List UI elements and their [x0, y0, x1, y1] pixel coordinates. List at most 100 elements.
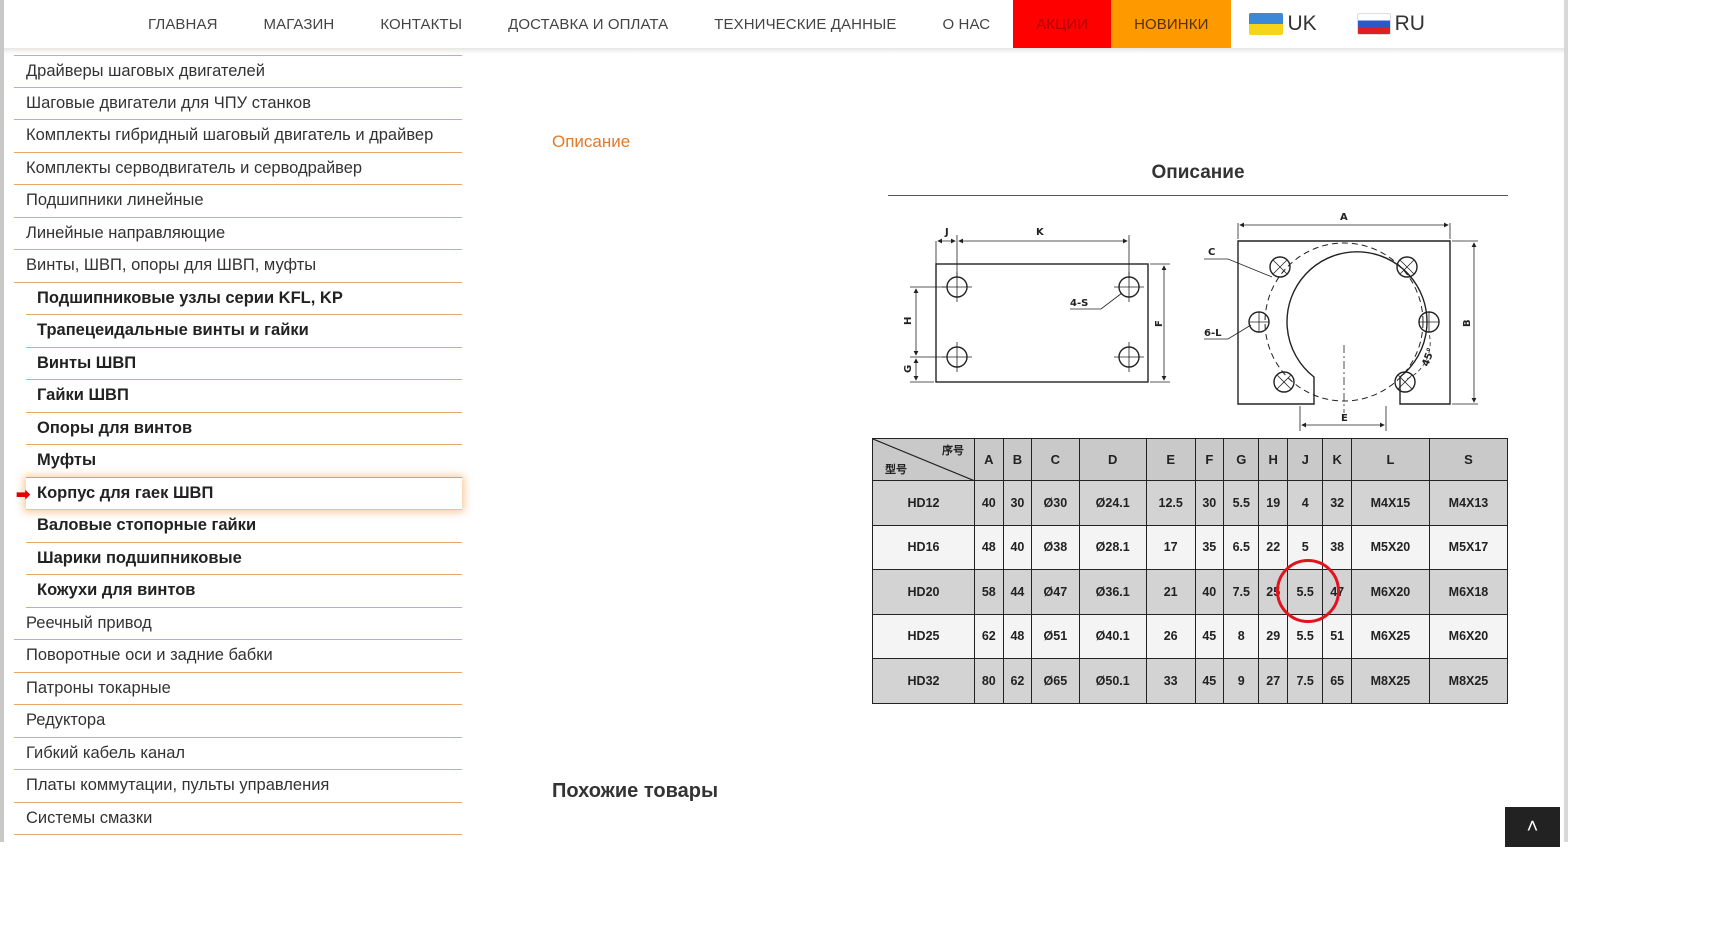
column-header: A — [974, 438, 1004, 481]
table-cell: 22 — [1258, 524, 1289, 570]
table-cell: 27 — [1258, 658, 1289, 704]
table-cell: 4 — [1287, 480, 1324, 526]
sidebar-subitem[interactable]: Подшипниковые узлы серии KFL, KP — [26, 283, 462, 315]
sidebar-item[interactable]: Гибкий кабель канал — [14, 738, 462, 770]
column-header: L — [1350, 438, 1430, 481]
table-cell: 8 — [1223, 613, 1260, 659]
sidebar-subitem[interactable]: Винты ШВП — [26, 348, 462, 380]
svg-text:C: C — [1208, 247, 1215, 258]
sidebar-item[interactable]: Комплекты серводвигатель и серводрайвер — [14, 153, 462, 185]
lang-ru[interactable]: RU — [1339, 0, 1447, 48]
scrollbar-track[interactable] — [1564, 0, 1568, 842]
ukraine-flag-icon — [1249, 13, 1284, 35]
svg-text:G: G — [903, 365, 914, 373]
tab-description[interactable]: Описание — [552, 132, 630, 152]
sidebar-item[interactable]: Платы коммутации, пульты управления — [14, 770, 462, 803]
table-cell: M5X17 — [1428, 524, 1509, 570]
table-cell: 26 — [1145, 613, 1196, 659]
sidebar-subitem[interactable]: Муфты — [26, 445, 462, 478]
sidebar-item[interactable]: Комплекты гибридный шаговый двигатель и … — [14, 120, 462, 153]
table-cell: 7.5 — [1223, 569, 1260, 615]
svg-text:4-S: 4-S — [1070, 298, 1088, 309]
table-cell: 32 — [1322, 480, 1352, 526]
lang-uk-label: UK — [1287, 12, 1317, 35]
table-row: HD16 48 40 Ø38 Ø28.1 17 35 6.5 22 5 38 M5X20 M5X17 — [872, 524, 1509, 570]
column-header: C — [1031, 438, 1080, 481]
sidebar-subitem[interactable]: Шарики подшипниковые — [26, 543, 462, 575]
scroll-to-top-button[interactable]: ˄ — [1505, 807, 1560, 847]
table-cell: 5.5 — [1223, 480, 1260, 526]
svg-text:A: A — [1340, 212, 1348, 223]
sidebar-subitem-active[interactable]: ➡ Корпус для гаек ШВП — [16, 477, 462, 510]
table-cell: M4X15 — [1350, 480, 1430, 526]
russia-flag-icon — [1356, 13, 1391, 35]
table-cell: 21 — [1145, 569, 1196, 615]
sidebar-item[interactable]: Поворотные оси и задние бабки — [14, 640, 462, 673]
table-cell: 9 — [1223, 658, 1260, 704]
table-cell: Ø65 — [1031, 658, 1080, 704]
table-cell: 33 — [1145, 658, 1196, 704]
sidebar-item[interactable]: Патроны токарные — [14, 673, 462, 705]
svg-text:H: H — [903, 317, 914, 325]
table-cell: 65 — [1322, 658, 1352, 704]
dimensions-table: 序号 型号 A B C D E F G H J K L S HD12 40 30 Ø3… — [872, 438, 1509, 704]
column-header: J — [1287, 438, 1324, 481]
table-cell: 51 — [1322, 613, 1352, 659]
svg-text:B: B — [1462, 319, 1473, 327]
table-row: HD25 62 48 Ø51 Ø40.1 26 45 8 29 5.5 51 M6X25 M6X20 — [872, 613, 1509, 659]
table-cell: 30 — [1002, 480, 1033, 526]
corner-label-top: 序号 — [942, 445, 964, 457]
svg-text:E: E — [1341, 413, 1348, 424]
column-header: K — [1322, 438, 1352, 481]
table-cell: Ø47 — [1031, 569, 1080, 615]
sidebar-item[interactable]: Редуктора — [14, 705, 462, 738]
sidebar-subitem[interactable]: Валовые стопорные гайки — [26, 510, 462, 543]
sidebar-item[interactable]: Линейные направляющие — [14, 218, 462, 250]
model-cell: HD25 — [872, 613, 975, 659]
model-cell: HD20 — [872, 569, 975, 615]
nav-sale[interactable]: АКЦИИ — [1013, 0, 1112, 48]
table-cell: 45 — [1194, 613, 1225, 659]
table-cell: M6X25 — [1350, 613, 1430, 659]
page: ГЛАВНАЯ МАГАЗИН КОНТАКТЫ ДОСТАВКА И ОПЛА… — [0, 0, 1568, 847]
table-cell: 80 — [974, 658, 1004, 704]
description-heading: Описание — [1151, 162, 1245, 183]
lang-uk[interactable]: UK — [1231, 0, 1338, 48]
table-cell: 7.5 — [1287, 658, 1324, 704]
table-cell: 45 — [1194, 658, 1225, 704]
column-header: G — [1223, 438, 1260, 481]
sidebar-item[interactable]: Винты, ШВП, опоры для ШВП, муфты — [14, 250, 462, 283]
sidebar-subitem[interactable]: Опоры для винтов — [26, 413, 462, 445]
sidebar-item[interactable]: Системы смазки — [14, 803, 462, 835]
sidebar-subitem[interactable]: Гайки ШВП — [26, 380, 462, 413]
table-cell: Ø24.1 — [1078, 480, 1147, 526]
table-row: HD12 40 30 Ø30 Ø24.1 12.5 30 5.5 19 4 32 M4X15 M4X13 — [872, 480, 1509, 526]
svg-text:6-L: 6-L — [1204, 328, 1222, 339]
svg-text:K: K — [1036, 227, 1045, 238]
table-cell: 40 — [1194, 569, 1225, 615]
sidebar-item[interactable]: Подшипники линейные — [14, 185, 462, 218]
nav-tech-data[interactable]: ТЕХНИЧЕСКИЕ ДАННЫЕ — [691, 0, 919, 48]
left-border — [0, 0, 4, 842]
svg-text:F: F — [1154, 320, 1165, 327]
sidebar-item[interactable]: Шаговые двигатели для ЧПУ станков — [14, 88, 462, 120]
table-cell: M8X25 — [1428, 658, 1509, 704]
table-cell: 40 — [1002, 524, 1033, 570]
table-cell: 40 — [974, 480, 1004, 526]
table-cell: Ø51 — [1031, 613, 1080, 659]
top-nav: ГЛАВНАЯ МАГАЗИН КОНТАКТЫ ДОСТАВКА И ОПЛА… — [125, 0, 1447, 48]
table-cell: 44 — [1002, 569, 1033, 615]
model-cell: HD12 — [872, 480, 975, 526]
sidebar-subitem[interactable]: Трапецеидальные винты и гайки — [26, 315, 462, 348]
sidebar-subitem[interactable]: Кожухи для винтов — [26, 575, 462, 608]
sidebar-item[interactable]: Драйверы шаговых двигателей — [14, 55, 462, 88]
nav-new[interactable]: НОВИНКИ — [1111, 0, 1232, 48]
nav-about[interactable]: О НАС — [920, 0, 1014, 48]
sidebar-item[interactable]: Реечный привод — [14, 608, 462, 640]
nav-contacts[interactable]: КОНТАКТЫ — [357, 0, 485, 48]
nav-delivery[interactable]: ДОСТАВКА И ОПЛАТА — [485, 0, 691, 48]
nav-home[interactable]: ГЛАВНАЯ — [125, 0, 241, 48]
nav-shop[interactable]: МАГАЗИН — [241, 0, 358, 48]
table-cell: M6X20 — [1350, 569, 1430, 615]
column-header: F — [1194, 438, 1225, 481]
